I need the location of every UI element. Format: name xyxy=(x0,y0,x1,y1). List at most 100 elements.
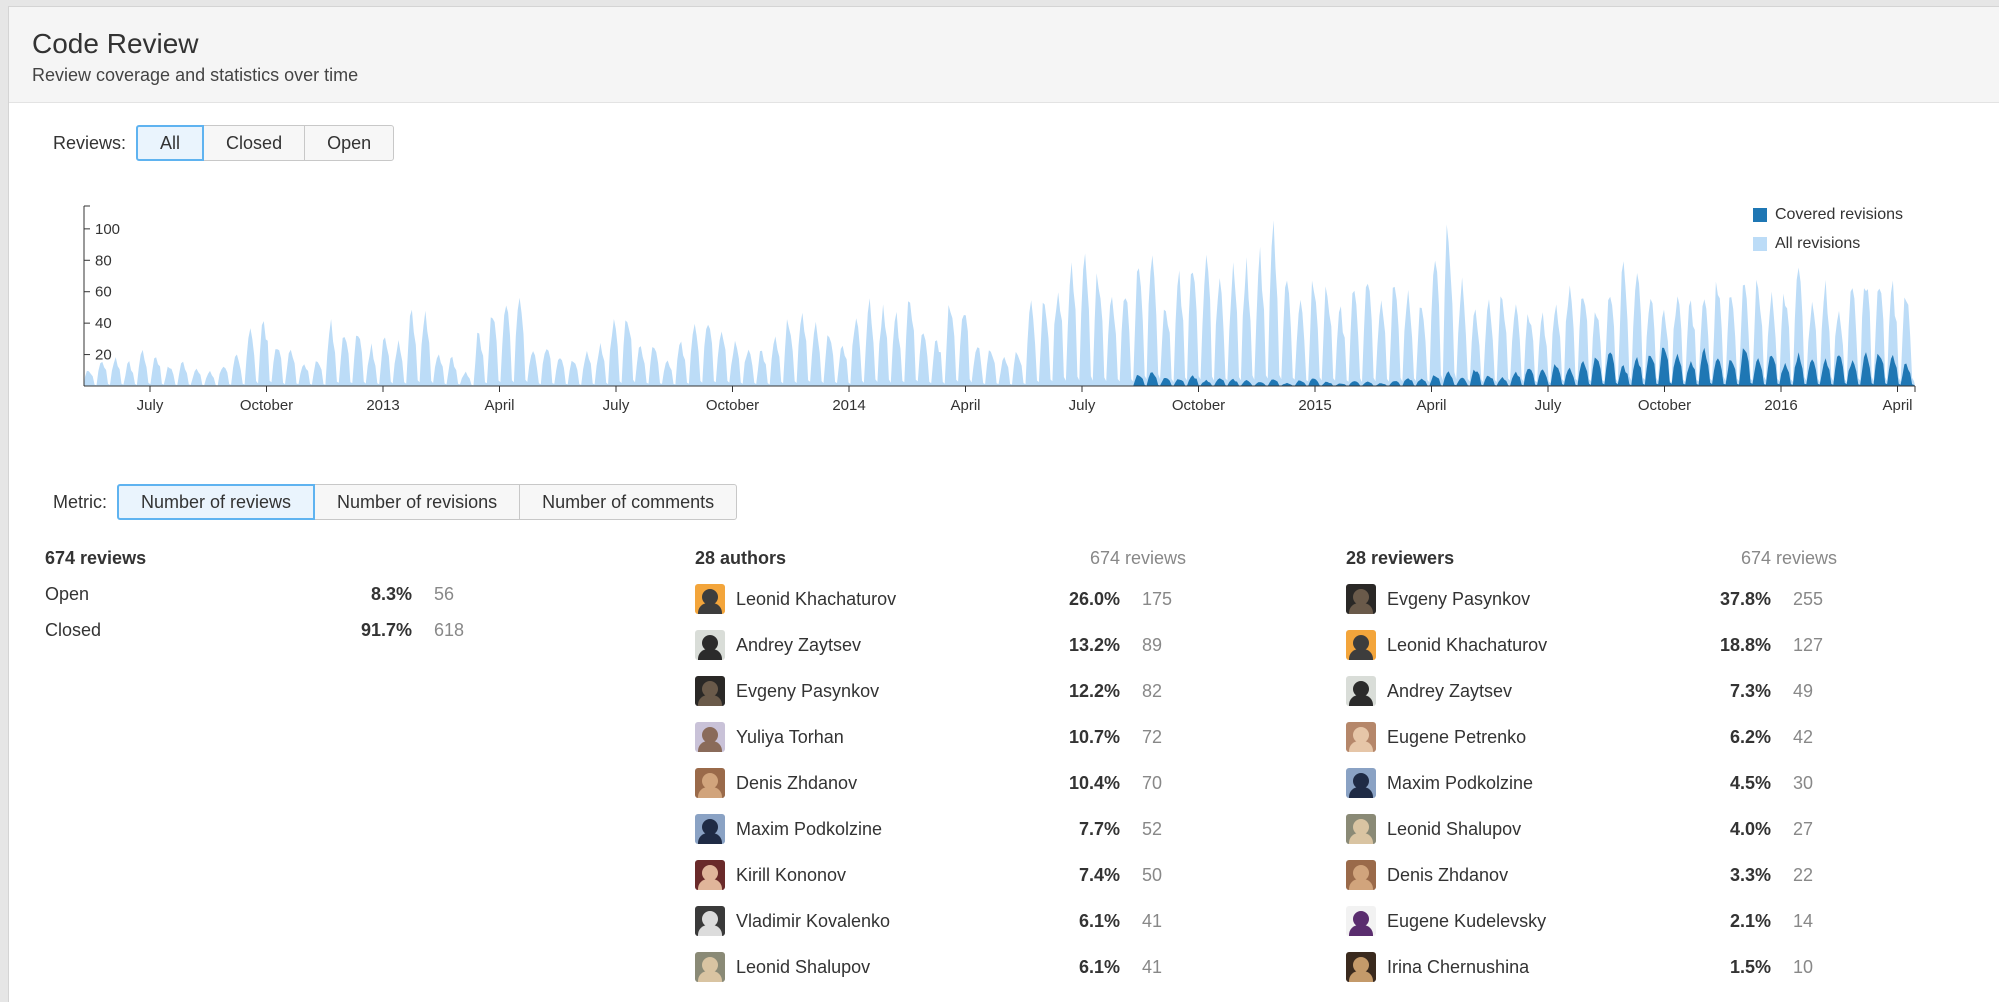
person-name[interactable]: Eugene Petrenko xyxy=(1387,727,1704,748)
y-tick-label: 40 xyxy=(95,315,112,332)
author-row[interactable]: Vladimir Kovalenko 6.1% 41 xyxy=(695,898,1255,944)
avatar xyxy=(1346,722,1376,752)
person-name[interactable]: Leonid Khachaturov xyxy=(1387,635,1704,656)
metric-comments-button[interactable]: Number of comments xyxy=(519,484,738,520)
reviews-filter-group: All Closed Open xyxy=(136,125,395,161)
x-tick-label: October xyxy=(706,397,759,414)
author-row[interactable]: Leonid Khachaturov 26.0% 175 xyxy=(695,576,1255,622)
person-name[interactable]: Leonid Khachaturov xyxy=(736,589,1053,610)
person-percent: 26.0% xyxy=(1068,588,1120,609)
reviews-filter-closed-button[interactable]: Closed xyxy=(203,125,306,161)
legend-swatch-covered xyxy=(1752,207,1767,222)
avatar xyxy=(1346,814,1376,844)
person-name[interactable]: Maxim Podkolzine xyxy=(1387,773,1704,794)
reviews-filter-open-button[interactable]: Open xyxy=(304,125,395,161)
person-percent: 37.8% xyxy=(1719,588,1771,609)
author-row[interactable]: Yuliya Torhan 10.7% 72 xyxy=(695,714,1255,760)
person-count: 70 xyxy=(1142,772,1163,793)
person-name[interactable]: Irina Chernushina xyxy=(1387,957,1704,978)
metric-revisions-button[interactable]: Number of revisions xyxy=(314,484,521,520)
avatar xyxy=(1346,860,1376,890)
person-count: 42 xyxy=(1793,726,1814,747)
person-count: 52 xyxy=(1142,818,1163,839)
summary-row-count: 618 xyxy=(434,619,465,640)
person-name[interactable]: Evgeny Pasynkov xyxy=(736,681,1053,702)
author-row[interactable]: Evgeny Pasynkov 12.2% 82 xyxy=(695,668,1255,714)
person-name[interactable]: Leonid Shalupov xyxy=(1387,819,1704,840)
avatar-body xyxy=(1349,695,1373,706)
avatar xyxy=(695,676,725,706)
person-percent: 7.3% xyxy=(1729,680,1771,701)
reviewer-row[interactable]: Maxim Podkolzine 4.5% 30 xyxy=(1346,760,1906,806)
x-tick-label: 2013 xyxy=(366,397,399,414)
avatar-body xyxy=(1349,925,1373,936)
person-count: 175 xyxy=(1142,588,1173,609)
author-row[interactable]: Denis Zhdanov 10.4% 70 xyxy=(695,760,1255,806)
person-name[interactable]: Evgeny Pasynkov xyxy=(1387,589,1704,610)
avatar-body xyxy=(698,971,722,982)
legend-label-all: All revisions xyxy=(1774,234,1861,252)
person-percent: 6.1% xyxy=(1078,956,1120,977)
avatar-body xyxy=(1349,833,1373,844)
person-count: 49 xyxy=(1793,680,1814,701)
avatar-body xyxy=(698,833,722,844)
person-name[interactable]: Maxim Podkolzine xyxy=(736,819,1053,840)
summary-row-open: Open 8.3% 56 xyxy=(45,576,525,612)
reviewer-row[interactable]: Leonid Shalupov 4.0% 27 xyxy=(1346,806,1906,852)
avatar xyxy=(1346,768,1376,798)
avatar-body xyxy=(698,649,722,660)
person-name[interactable]: Eugene Kudelevsky xyxy=(1387,911,1704,932)
x-tick-label: July xyxy=(137,397,164,414)
reviewer-row[interactable]: Irina Chernushina 1.5% 10 xyxy=(1346,944,1906,990)
person-percent: 12.2% xyxy=(1068,680,1120,701)
person-count: 14 xyxy=(1793,910,1814,931)
person-name[interactable]: Denis Zhdanov xyxy=(1387,865,1704,886)
avatar-body xyxy=(1349,603,1373,614)
person-count: 41 xyxy=(1142,910,1163,931)
legend-item-covered: Covered revisions xyxy=(1752,200,1903,229)
reviewer-row[interactable]: Evgeny Pasynkov 37.8% 255 xyxy=(1346,576,1906,622)
reviewer-row[interactable]: Eugene Kudelevsky 2.1% 14 xyxy=(1346,898,1906,944)
avatar-body xyxy=(698,603,722,614)
metric-filter: Metric: Number of reviews Number of revi… xyxy=(53,484,738,520)
metric-filter-label: Metric: xyxy=(53,491,107,512)
authors-header: 28 authors 674 reviews xyxy=(695,548,1255,576)
summary-row-count: 56 xyxy=(434,583,455,604)
metric-reviews-button[interactable]: Number of reviews xyxy=(117,484,316,520)
person-name[interactable]: Kirill Kononov xyxy=(736,865,1053,886)
avatar-body xyxy=(698,787,722,798)
author-row[interactable]: Andrey Zaytsev 13.2% 89 xyxy=(695,622,1255,668)
author-row[interactable]: Leonid Shalupov 6.1% 41 xyxy=(695,944,1255,990)
author-row[interactable]: Kirill Kononov 7.4% 50 xyxy=(695,852,1255,898)
page-subtitle: Review coverage and statistics over time xyxy=(32,65,359,85)
person-name[interactable]: Denis Zhdanov xyxy=(736,773,1053,794)
series-all-revisions-area xyxy=(84,220,1915,386)
reviewer-row[interactable]: Leonid Khachaturov 18.8% 127 xyxy=(1346,622,1906,668)
authors-list: 28 authors 674 reviews Leonid Khachaturo… xyxy=(695,548,1255,990)
x-tick-label: October xyxy=(1172,397,1225,414)
person-count: 22 xyxy=(1793,864,1814,885)
author-row[interactable]: Maxim Podkolzine 7.7% 52 xyxy=(695,806,1255,852)
reviews-filter-all-button[interactable]: All xyxy=(136,125,205,161)
person-percent: 13.2% xyxy=(1068,634,1120,655)
person-count: 72 xyxy=(1142,726,1163,747)
reviewer-row[interactable]: Andrey Zaytsev 7.3% 49 xyxy=(1346,668,1906,714)
legend-swatch-all xyxy=(1752,236,1767,251)
person-count: 82 xyxy=(1142,680,1163,701)
reviewer-row[interactable]: Denis Zhdanov 3.3% 22 xyxy=(1346,852,1906,898)
avatar xyxy=(1346,676,1376,706)
revisions-chart-svg: 20 40 60 80 100 July October 2013 April July Octob… xyxy=(83,205,1916,414)
reviews-filter-label: Reviews: xyxy=(53,132,127,153)
person-name[interactable]: Yuliya Torhan xyxy=(736,727,1053,748)
person-name[interactable]: Vladimir Kovalenko xyxy=(736,911,1053,932)
person-name[interactable]: Andrey Zaytsev xyxy=(736,635,1053,656)
authors-total: 674 reviews xyxy=(1090,548,1187,568)
person-percent: 2.1% xyxy=(1729,910,1771,931)
reviewers-list: 28 reviewers 674 reviews Evgeny Pasynkov… xyxy=(1346,548,1906,990)
person-name[interactable]: Andrey Zaytsev xyxy=(1387,681,1704,702)
reviewers-total: 674 reviews xyxy=(1741,548,1838,568)
x-tick-label: 2014 xyxy=(832,397,865,414)
x-tick-label: April xyxy=(1416,397,1446,414)
reviewer-row[interactable]: Eugene Petrenko 6.2% 42 xyxy=(1346,714,1906,760)
person-name[interactable]: Leonid Shalupov xyxy=(736,957,1053,978)
